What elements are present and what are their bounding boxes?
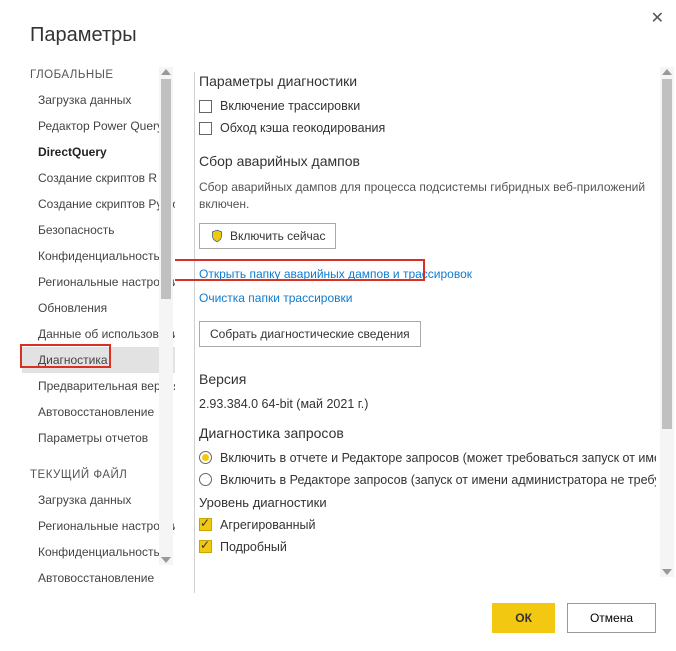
sidebar-item-report-settings[interactable]: Параметры отчетов [30,425,175,451]
sidebar-section-global: ГЛОБАЛЬНЫЕ [30,61,175,87]
footer: ОК Отмена [492,603,656,633]
radio-editor-only[interactable] [199,473,212,486]
sidebar: ГЛОБАЛЬНЫЕ Загрузка данных Редактор Powe… [0,61,175,591]
bypass-geocache-label: Обход кэша геокодирования [220,121,385,135]
sidebar-item-data-load[interactable]: Загрузка данных [30,87,175,113]
sidebar-item-updates[interactable]: Обновления [30,295,175,321]
scroll-down-icon[interactable] [161,557,171,563]
enable-tracing-label: Включение трассировки [220,99,360,113]
crash-dump-note: Сбор аварийных дампов для процесса подси… [199,179,656,213]
version-head: Версия [199,371,656,387]
shield-icon [210,229,224,243]
query-diag-head: Диагностика запросов [199,425,656,441]
sidebar-item-r-scripts[interactable]: Создание скриптов R [30,165,175,191]
sidebar-item-cf-regional[interactable]: Региональные настройки [30,513,175,539]
collect-diag-label: Собрать диагностические сведения [210,327,410,341]
scrollbar-thumb[interactable] [662,79,672,429]
sidebar-section-current: ТЕКУЩИЙ ФАЙЛ [30,461,175,487]
diag-level-head: Уровень диагностики [199,495,656,510]
aggregated-checkbox[interactable] [199,518,212,531]
diagnostic-settings-head: Параметры диагностики [199,73,656,89]
version-value: 2.93.384.0 64-bit (май 2021 г.) [199,397,656,411]
scrollbar-thumb[interactable] [161,79,171,299]
detailed-label: Подробный [220,540,287,554]
sidebar-item-security[interactable]: Безопасность [30,217,175,243]
detailed-checkbox[interactable] [199,540,212,553]
open-crash-folder-link[interactable]: Открыть папку аварийных дампов и трассир… [199,267,656,281]
enable-tracing-checkbox[interactable] [199,100,212,113]
scroll-up-icon[interactable] [161,69,171,75]
enable-now-label: Включить сейчас [230,229,325,243]
radio-report-and-editor[interactable] [199,451,212,464]
sidebar-item-usage[interactable]: Данные об использовании [30,321,175,347]
sidebar-item-autorecover[interactable]: Автовосстановление [30,399,175,425]
aggregated-label: Агрегированный [220,518,315,532]
sidebar-item-preview[interactable]: Предварительная версия функций [30,373,175,399]
content-panel: Параметры диагностики Включение трассиро… [175,61,676,591]
enable-now-button[interactable]: Включить сейчас [199,223,336,249]
clear-trace-folder-link[interactable]: Очистка папки трассировки [199,291,656,305]
sidebar-item-pq-editor[interactable]: Редактор Power Query [30,113,175,139]
scroll-down-icon[interactable] [662,569,672,575]
page-title: Параметры [0,0,676,61]
collect-diag-button[interactable]: Собрать диагностические сведения [199,321,421,347]
sidebar-item-cf-data-load[interactable]: Загрузка данных [30,487,175,513]
sidebar-item-regional[interactable]: Региональные настройки [30,269,175,295]
sidebar-item-diagnostics[interactable]: Диагностика [22,347,175,373]
crash-dump-head: Сбор аварийных дампов [199,153,656,169]
sidebar-item-privacy[interactable]: Конфиденциальность [30,243,175,269]
radio-report-and-editor-label: Включить в отчете и Редакторе запросов (… [220,451,656,465]
ok-button[interactable]: ОК [492,603,555,633]
scroll-up-icon[interactable] [662,69,672,75]
cancel-button[interactable]: Отмена [567,603,656,633]
sidebar-scrollbar[interactable] [159,67,173,565]
sidebar-item-directquery[interactable]: DirectQuery [30,139,175,165]
radio-editor-only-label: Включить в Редакторе запросов (запуск от… [220,473,656,487]
content-scrollbar[interactable] [660,67,674,577]
sidebar-item-cf-autorecover[interactable]: Автовосстановление [30,565,175,591]
bypass-geocache-checkbox[interactable] [199,122,212,135]
close-icon[interactable]: ✕ [651,8,664,28]
sidebar-item-python-scripts[interactable]: Создание скриптов Python [30,191,175,217]
sidebar-item-cf-privacy[interactable]: Конфиденциальность [30,539,175,565]
